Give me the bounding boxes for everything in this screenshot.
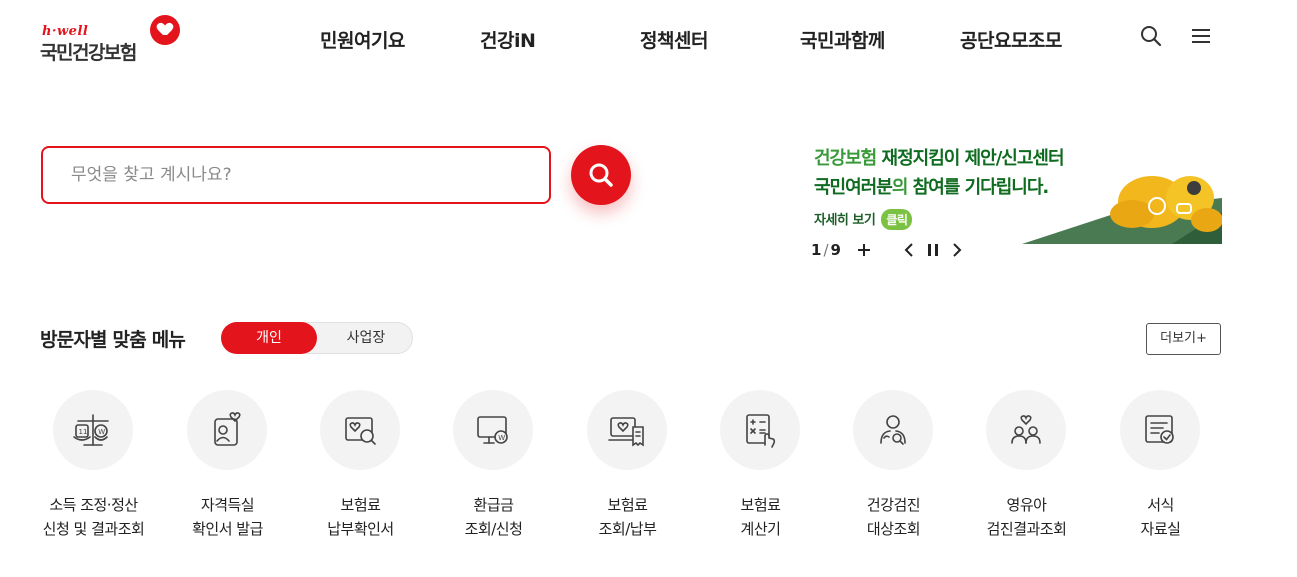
nav-item-civil-service[interactable]: 민원여기요: [320, 26, 405, 53]
menu-item-refund-inquiry[interactable]: W 환급금 조회/신청: [427, 390, 560, 550]
svg-text:W: W: [498, 434, 505, 442]
search-icon: [589, 163, 613, 187]
banner-more-link[interactable]: 자세히 보기 클릭: [814, 209, 913, 230]
menu-item-label: 자격득실 확인서 발급: [192, 496, 263, 538]
menu-item-label: 영유아 검진결과조회: [986, 496, 1067, 538]
menu-icon-circle: W: [453, 390, 533, 470]
menu-icon-circle: 11 W: [53, 390, 133, 470]
search-input[interactable]: [71, 148, 531, 201]
banner-illustration: [1022, 176, 1222, 244]
more-button[interactable]: 더보기+: [1146, 323, 1221, 355]
family-heart-icon: [1011, 415, 1041, 444]
banner-slider-controls: 1/9: [811, 240, 981, 260]
menu-icon-circle: [720, 390, 800, 470]
chevron-left-icon[interactable]: [900, 240, 918, 260]
menu-icon-circle: [1120, 390, 1200, 470]
banner-headline-1: 건강보험 재정지킴이 제안/신고센터: [814, 148, 1065, 169]
menu-item-payment-certificate[interactable]: 보험료 납부확인서: [294, 390, 427, 550]
plus-icon[interactable]: [855, 240, 873, 260]
menu-item-premium-calculator[interactable]: 보험료 계산기: [694, 390, 827, 550]
banner-pager: 1/9: [811, 241, 841, 259]
visitor-type-toggle: 개인 사업장: [221, 322, 413, 354]
document-search-icon: [345, 417, 376, 445]
menu-item-label: 서식 자료실: [1140, 496, 1181, 538]
svg-text:11: 11: [79, 428, 88, 436]
nav-item-with-citizens[interactable]: 국민과함께: [800, 26, 885, 53]
id-card-heart-icon: [214, 412, 241, 446]
hamburger-menu-icon[interactable]: [1189, 24, 1213, 48]
main-navigation: 민원여기요 건강iN 정책센터 국민과함께 공단요모조모: [0, 26, 1297, 53]
toggle-individual[interactable]: 개인: [221, 322, 317, 354]
menu-icon-circle: [320, 390, 400, 470]
menu-item-label: 보험료 납부확인서: [327, 496, 394, 538]
toggle-business[interactable]: 사업장: [318, 322, 414, 354]
calculator-icon: [746, 414, 776, 448]
menu-item-label: 보험료 계산기: [740, 496, 781, 538]
menu-item-premium-payment[interactable]: 보험료 조회/납부: [561, 390, 694, 550]
menu-item-income-adjustment[interactable]: 11 W 소득 조정·정산 신청 및 결과조회: [27, 390, 160, 550]
menu-item-label: 소득 조정·정산 신청 및 결과조회: [42, 496, 145, 538]
banner-headline-2: 국민여러분의 참여를 기다립니다.: [814, 177, 1049, 198]
menu-item-label: 건강검진 대상조회: [866, 496, 921, 538]
person-search-icon: [880, 415, 906, 445]
menu-item-infant-checkup-results[interactable]: 영유아 검진결과조회: [960, 390, 1093, 550]
menu-icon-circle: [986, 390, 1066, 470]
search-icon[interactable]: [1139, 24, 1163, 48]
menu-icon-circle: [187, 390, 267, 470]
scale-balance-icon: 11 W: [73, 414, 109, 446]
banner-click-badge: 클릭: [881, 209, 913, 230]
search-button[interactable]: [571, 145, 631, 205]
menu-item-checkup-eligibility[interactable]: 건강검진 대상조회: [827, 390, 960, 550]
menu-item-form-library[interactable]: 서식 자료실: [1094, 390, 1227, 550]
nav-item-health-in[interactable]: 건강iN: [480, 26, 536, 53]
laptop-receipt-icon: [608, 417, 644, 447]
pause-icon[interactable]: [924, 240, 942, 260]
menu-item-eligibility-certificate[interactable]: 자격득실 확인서 발급: [161, 390, 294, 550]
section-title: 방문자별 맞춤 메뉴: [40, 329, 186, 351]
svg-text:W: W: [98, 428, 105, 436]
form-document-icon: [1145, 415, 1174, 444]
search-box: [41, 146, 551, 204]
nav-item-policy-center[interactable]: 정책센터: [640, 26, 708, 53]
menu-icon-circle: [853, 390, 933, 470]
menu-item-label: 보험료 조회/납부: [598, 496, 657, 538]
menu-item-label: 환급금 조회/신청: [464, 496, 523, 538]
promo-banner[interactable]: 건강보험 재정지킴이 제안/신고센터 국민여러분의 참여를 기다립니다. 자세히…: [812, 140, 1222, 244]
nav-item-about-corporation[interactable]: 공단요모조모: [960, 26, 1062, 53]
monitor-won-icon: W: [477, 416, 508, 444]
chevron-right-icon[interactable]: [948, 240, 966, 260]
menu-icon-circle: [587, 390, 667, 470]
